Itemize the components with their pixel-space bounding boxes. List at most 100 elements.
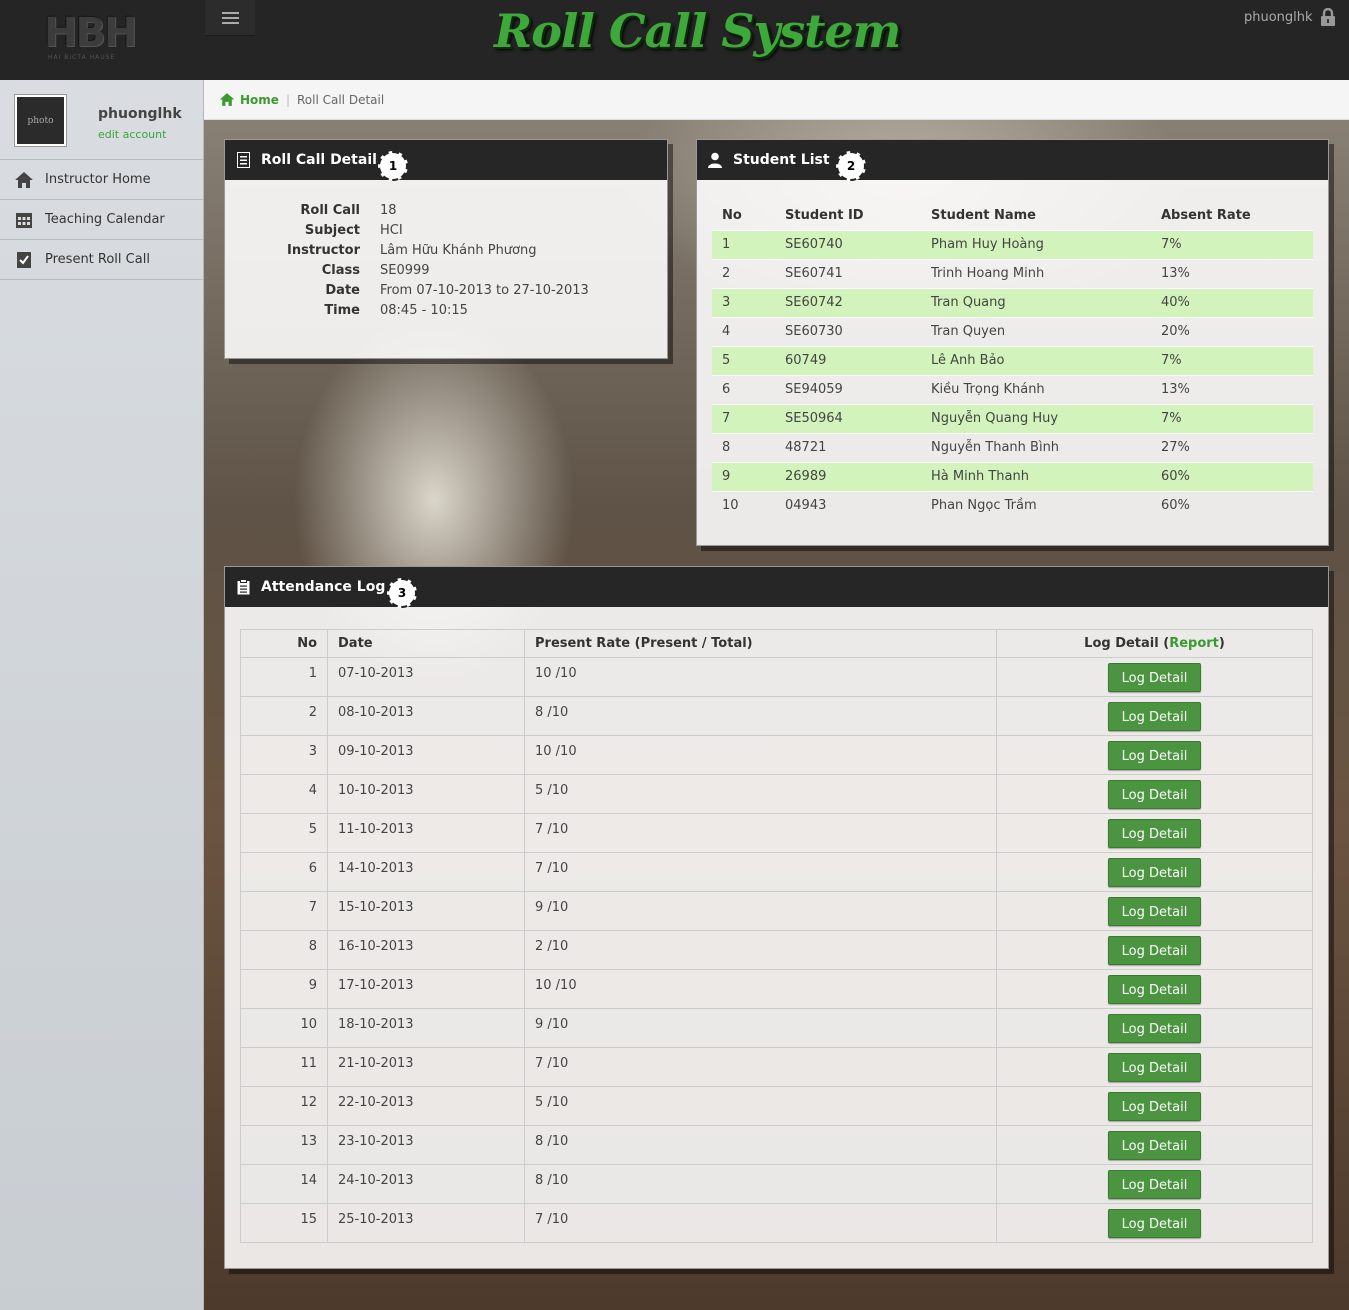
profile-name: phuonglhk [98,106,182,122]
roll-call-details: Roll Call 18 Subject HCI Instructor Lâm Hữu… [225,180,667,320]
logo[interactable]: HBH HAI BICTA HAUSE [44,8,137,66]
student-name: Hà Minh Thanh [921,461,1151,491]
log-date: 14-10-2013 [327,852,525,892]
checklist-icon [14,251,34,269]
log-detail-cell: Log Detail [996,696,1313,736]
log-detail-button[interactable]: Log Detail [1108,1209,1201,1238]
present-rate: 10 /10 [524,969,997,1009]
log-detail-cell: Log Detail [996,930,1313,970]
menu-toggle-button[interactable] [205,0,255,36]
absent-rate: 7% [1151,345,1313,375]
column-header: No [722,208,742,224]
absent-rate: 60% [1151,490,1313,520]
log-date: 25-10-2013 [327,1203,525,1243]
detail-label: Class [321,262,360,278]
present-rate: 7 /10 [524,1203,997,1243]
lock-icon[interactable] [1320,8,1336,26]
log-detail-button[interactable]: Log Detail [1108,741,1201,770]
log-detail-cell: Log Detail [996,1047,1313,1087]
log-no: 2 [240,696,328,736]
log-date: 16-10-2013 [327,930,525,970]
log-detail-button[interactable]: Log Detail [1108,858,1201,887]
student-no: 5 [712,345,775,375]
log-date: 23-10-2013 [327,1125,525,1165]
student-no: 9 [712,461,775,491]
table-row: 9 26989 Hà Minh Thanh 60% [712,461,1313,491]
column-header-present-rate: Present Rate (Present / Total) [524,629,997,658]
report-link[interactable]: Report [1169,636,1219,651]
log-date: 18-10-2013 [327,1008,525,1048]
breadcrumb-current: Roll Call Detail [296,92,385,107]
table-row: 10 18-10-2013 9 /10 Log Detail [240,1008,1313,1048]
table-row: 7 SE50964 Nguyễn Quang Huy 7% [712,403,1313,433]
log-detail-button[interactable]: Log Detail [1108,897,1201,926]
user-icon [707,152,723,168]
student-id: 04943 [775,490,921,520]
sidebar-item-label: Present Roll Call [45,252,150,267]
student-name: Lê Anh Bảo [921,345,1151,375]
breadcrumb-home[interactable]: Home [240,93,279,107]
log-detail-button[interactable]: Log Detail [1108,663,1201,692]
table-row: 3 SE60742 Tran Quang 40% [712,287,1313,317]
log-detail-button[interactable]: Log Detail [1108,1170,1201,1199]
log-detail-button[interactable]: Log Detail [1108,1014,1201,1043]
log-detail-button[interactable]: Log Detail [1108,780,1201,809]
edit-account-link[interactable]: edit account [98,128,166,141]
sidebar-item-label: Teaching Calendar [45,212,165,227]
student-no: 8 [712,432,775,462]
log-detail-button[interactable]: Log Detail [1108,1092,1201,1121]
student-list-panel: Student List 2 No Student ID Student Nam… [696,139,1329,546]
sidebar-item-teaching-calendar[interactable]: Teaching Calendar [0,200,203,240]
detail-label: Instructor [287,242,360,258]
detail-value: From 07-10-2013 to 27-10-2013 [380,282,589,298]
table-row: 9 17-10-2013 10 /10 Log Detail [240,969,1313,1009]
column-header-date: Date [327,629,525,658]
table-row: 1 SE60740 Pham Huy Hoàng 7% [712,229,1313,259]
log-no: 3 [240,735,328,775]
log-no: 5 [240,813,328,853]
panel-title: Student List [733,152,830,168]
avatar: photo [15,95,66,146]
sidebar-item-instructor-home[interactable]: Instructor Home [0,160,203,200]
present-rate: 8 /10 [524,1125,997,1165]
column-header-no: No [240,629,328,658]
table-row: 13 23-10-2013 8 /10 Log Detail [240,1125,1313,1165]
absent-rate: 13% [1151,258,1313,288]
student-name: Pham Huy Hoàng [921,229,1151,259]
log-date: 09-10-2013 [327,735,525,775]
log-detail-button[interactable]: Log Detail [1108,819,1201,848]
detail-row: Time 08:45 - 10:15 [225,300,667,320]
detail-label: Time [324,302,360,318]
top-username[interactable]: phuonglhk [1244,10,1313,25]
log-detail-button[interactable]: Log Detail [1108,936,1201,965]
log-no: 1 [240,657,328,697]
column-header: Absent Rate [1161,208,1251,224]
log-date: 22-10-2013 [327,1086,525,1126]
sidebar-item-present-roll-call[interactable]: Present Roll Call [0,240,203,280]
log-detail-button[interactable]: Log Detail [1108,702,1201,731]
step-badge: 1 [378,151,408,181]
document-icon [235,152,251,168]
present-rate: 10 /10 [524,657,997,697]
log-date: 17-10-2013 [327,969,525,1009]
student-name: Nguyễn Quang Huy [921,403,1151,433]
present-rate: 9 /10 [524,891,997,931]
sidebar: photo phuonglhk edit account Instructor … [0,80,204,1310]
detail-label: Subject [304,222,360,238]
student-name: Trinh Hoang Minh [921,258,1151,288]
log-no: 10 [240,1008,328,1048]
log-no: 8 [240,930,328,970]
table-row: 12 22-10-2013 5 /10 Log Detail [240,1086,1313,1126]
log-detail-button[interactable]: Log Detail [1108,975,1201,1004]
student-name: Tran Quyen [921,316,1151,346]
home-icon[interactable] [219,92,235,107]
table-row: 4 10-10-2013 5 /10 Log Detail [240,774,1313,814]
student-no: 4 [712,316,775,346]
log-date: 15-10-2013 [327,891,525,931]
log-detail-button[interactable]: Log Detail [1108,1053,1201,1082]
log-detail-cell: Log Detail [996,735,1313,775]
table-row: 11 21-10-2013 7 /10 Log Detail [240,1047,1313,1087]
log-detail-button[interactable]: Log Detail [1108,1131,1201,1160]
column-header: Student Name [931,208,1036,224]
student-table: No Student ID Student Name Absent Rate 1… [712,202,1313,520]
